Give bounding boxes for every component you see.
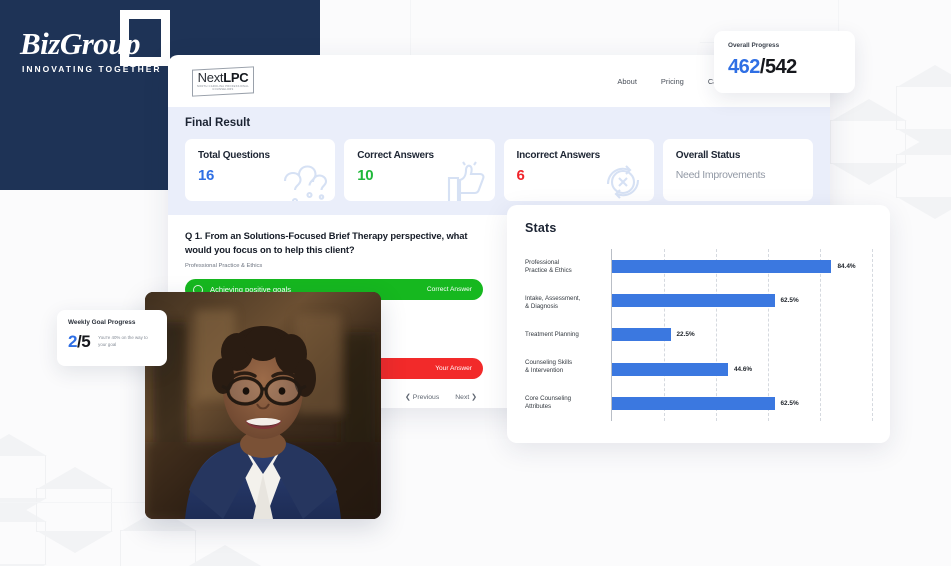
chart-bar-row: 22.5% — [612, 328, 872, 342]
weekly-goal-card: Weekly Goal Progress 2/5 You're 40% on t… — [57, 310, 167, 366]
chart-bar-value: 62.5% — [780, 400, 799, 408]
stat-card-total-questions: Total Questions 16 — [185, 139, 336, 201]
stats-card: Stats Professional Practice & Ethics Inta… — [507, 205, 890, 443]
chart-bar-row: 62.5% — [612, 294, 872, 308]
overall-progress-card: Overall Progress 462/542 — [714, 31, 855, 93]
stat-card-correct-answers: Correct Answers 10 — [344, 139, 495, 201]
nextlpc-logo[interactable]: NextLPC NORTH CAROLINA PROFESSIONAL COUN… — [192, 65, 254, 97]
chart-bar — [612, 328, 671, 342]
logo-lpc: LPC — [223, 69, 249, 85]
stats-title: Stats — [525, 221, 557, 235]
chart-label-0: Professional Practice & Ethics — [525, 258, 572, 275]
overall-progress-label: Overall Progress — [728, 42, 780, 49]
weekly-current: 2 — [68, 332, 77, 351]
chart-label-2: Treatment Planning — [525, 330, 579, 338]
previous-button[interactable]: ❮ Previous — [405, 393, 439, 401]
brand-tagline: INNOVATING TOGETHER — [22, 64, 162, 74]
chart-label-4: Core Counseling Attributes — [525, 394, 572, 410]
stat-label: Overall Status — [675, 150, 741, 161]
progress-current: 462 — [728, 56, 760, 78]
answer-option-tag: Your Answer — [435, 365, 472, 373]
stat-value: Need Improvements — [675, 169, 766, 181]
thumbs-up-icon — [443, 160, 489, 201]
nextlpc-logo-subtext: NORTH CAROLINA PROFESSIONAL COUNSELORS — [196, 84, 249, 91]
next-button[interactable]: Next ❯ — [455, 393, 477, 401]
stat-label: Total Questions — [198, 150, 270, 161]
stats-bar-chart: Professional Practice & Ethics Intake, As… — [525, 249, 873, 421]
chart-bars: 84.4% 62.5% 22.5% 44.6% 62.5% — [612, 249, 872, 421]
chart-bar-row: 62.5% — [612, 397, 872, 411]
chart-bar — [612, 362, 728, 376]
progress-total: 542 — [764, 56, 797, 78]
brand-name: BizGroup — [20, 26, 141, 61]
stat-card-overall-status: Overall Status Need Improvements — [662, 139, 813, 201]
weekly-goal-row: 2/5 You're 40% on the way to your goal — [68, 332, 156, 352]
question-text: Q 1. From an Solutions-Focused Brief The… — [185, 230, 468, 255]
final-result-section: Final Result Total Questions 16 Correct … — [168, 107, 830, 215]
nav-item-about[interactable]: About — [617, 77, 637, 86]
next-label: Next — [455, 394, 470, 402]
answer-option-tag: Correct Answer — [426, 286, 472, 294]
chart-label-1: Intake, Assessment, & Diagnosis — [525, 294, 581, 311]
overall-progress-value: 462/542 — [728, 56, 841, 79]
chevron-left-icon: ❮ — [405, 394, 411, 402]
chart-bar-value: 44.6% — [733, 365, 753, 373]
question-category: Professional Practice & Ethics — [185, 263, 263, 270]
chart-bar-row: 44.6% — [612, 362, 872, 376]
circle-x-icon — [598, 158, 648, 201]
weekly-goal-value: 2/5 — [68, 332, 91, 352]
chart-bar-value: 84.4% — [837, 262, 856, 270]
chart-bar — [612, 259, 832, 273]
portrait-photo — [145, 292, 381, 519]
chart-bar — [612, 397, 775, 411]
chart-bar-value: 62.5% — [780, 297, 799, 305]
result-card-list: Total Questions 16 Correct Answers 10 In… — [185, 139, 813, 201]
portrait-illustration — [145, 292, 381, 519]
chart-plot-area: 84.4% 62.5% 22.5% 44.6% 62.5% — [611, 249, 873, 421]
weekly-goal-note: You're 40% on the way to your goal — [98, 335, 148, 347]
chart-bar-row: 84.4% — [612, 259, 872, 273]
weekly-total: 5 — [81, 332, 91, 351]
chart-bar — [612, 294, 775, 308]
screenshot-stage: BizGroup INNOVATING TOGETHER NextLPC NOR… — [0, 0, 951, 566]
logo-next: Next — [197, 69, 224, 85]
gridline — [872, 249, 873, 421]
previous-label: Previous — [412, 394, 440, 402]
chevron-right-icon: ❯ — [471, 394, 477, 402]
question-marks-icon — [277, 162, 329, 201]
final-result-title: Final Result — [185, 117, 251, 129]
stat-card-incorrect-answers: Incorrect Answers 6 — [503, 139, 654, 201]
chart-bar-value: 22.5% — [676, 331, 695, 339]
bizgroup-logo: BizGroup INNOVATING TOGETHER — [20, 10, 170, 82]
weekly-goal-label: Weekly Goal Progress — [68, 319, 136, 326]
nextlpc-logo-text: NextLPC — [193, 69, 253, 85]
nav-item-pricing[interactable]: Pricing — [661, 77, 684, 86]
chart-label-3: Counseling Skills & Intervention — [525, 358, 573, 374]
chart-category-labels: Professional Practice & Ethics Intake, As… — [525, 249, 611, 421]
